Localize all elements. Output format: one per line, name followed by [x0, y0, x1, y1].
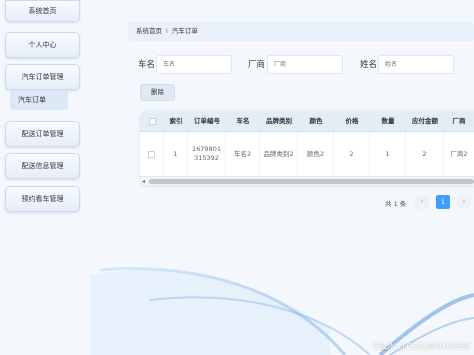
- main-content: 系统首页 I汽车订单 车名 厂商 姓名 删除 索引 订单编号 车名 品牌类别 颜色…: [88, 0, 474, 355]
- search-bar: 车名 厂商 姓名: [138, 55, 474, 75]
- table-row[interactable]: 1 1679801315392 车名2 品牌类别2 颜色2 2 1 2 厂商2: [140, 132, 474, 176]
- cell-maker: 厂商2: [450, 149, 468, 158]
- page-number-button[interactable]: 1: [436, 195, 450, 209]
- breadcrumb-home[interactable]: 系统首页: [136, 27, 162, 35]
- sidebar-item-profile[interactable]: 个人中心: [5, 32, 80, 58]
- col-color: 颜色: [309, 117, 323, 125]
- row-checkbox[interactable]: [140, 132, 164, 176]
- sidebar: 系统首页 个人中心 汽车订单管理 汽车订单 配送订单管理 配送信息管理 预约看车…: [0, 0, 88, 355]
- cell-index: 1: [164, 132, 188, 176]
- col-index: 索引: [169, 117, 183, 125]
- scroll-left-icon[interactable]: ◂: [142, 178, 145, 185]
- watermark: CSDN @QQ1304979694: [373, 342, 470, 351]
- maker-input[interactable]: [267, 55, 343, 74]
- car-name-input[interactable]: [156, 55, 232, 74]
- orders-table: 索引 订单编号 车名 品牌类别 颜色 价格 数量 应付金额 厂商 1 16798…: [140, 110, 474, 185]
- pagination: 共 1 条 ‹ 1 ›: [385, 195, 474, 211]
- horizontal-scrollbar[interactable]: ◂: [140, 176, 474, 185]
- name-input[interactable]: [378, 55, 454, 74]
- cell-qty: 1: [370, 132, 406, 176]
- next-page-icon[interactable]: ›: [457, 195, 471, 209]
- col-brand: 品牌类别: [266, 117, 292, 125]
- cell-price: 2: [334, 132, 370, 176]
- maker-label: 厂商: [248, 60, 266, 70]
- prev-page-icon[interactable]: ‹: [415, 195, 429, 209]
- table-header: 索引 订单编号 车名 品牌类别 颜色 价格 数量 应付金额 厂商: [140, 110, 474, 132]
- car-name-label: 车名: [138, 60, 156, 70]
- cell-order-no: 1679801315392: [188, 132, 226, 176]
- sidebar-item-delivery-orders[interactable]: 配送订单管理: [5, 121, 80, 147]
- cell-color: 颜色2: [298, 132, 334, 176]
- delete-button[interactable]: 删除: [140, 84, 175, 101]
- cell-brand: 品牌类别2: [260, 132, 298, 176]
- pagination-total: 共 1 条: [385, 200, 407, 208]
- breadcrumb-separator: I: [166, 27, 168, 35]
- sidebar-item-home[interactable]: 系统首页: [5, 0, 80, 22]
- col-qty: 数量: [381, 117, 395, 125]
- col-order-no: 订单编号: [194, 117, 220, 125]
- col-price: 价格: [345, 117, 359, 125]
- name-label: 姓名: [360, 60, 378, 70]
- cell-car-name: 车名2: [226, 132, 260, 176]
- sidebar-subitem-car-order[interactable]: 汽车订单: [10, 90, 68, 110]
- col-car-name: 车名: [236, 117, 250, 125]
- select-all-checkbox[interactable]: [140, 110, 164, 132]
- sidebar-item-delivery-info[interactable]: 配送信息管理: [5, 153, 80, 179]
- col-maker: 厂商: [452, 117, 466, 125]
- scrollbar-thumb[interactable]: [149, 179, 474, 184]
- sidebar-item-car-orders[interactable]: 汽车订单管理: [5, 64, 80, 90]
- cell-amount: 2: [406, 132, 444, 176]
- breadcrumb: 系统首页 I 汽车订单: [128, 22, 474, 41]
- sidebar-item-viewing-appointments[interactable]: 预约看车管理: [5, 186, 80, 212]
- breadcrumb-current: 汽车订单: [171, 27, 198, 35]
- col-amount: 应付金额: [412, 117, 438, 125]
